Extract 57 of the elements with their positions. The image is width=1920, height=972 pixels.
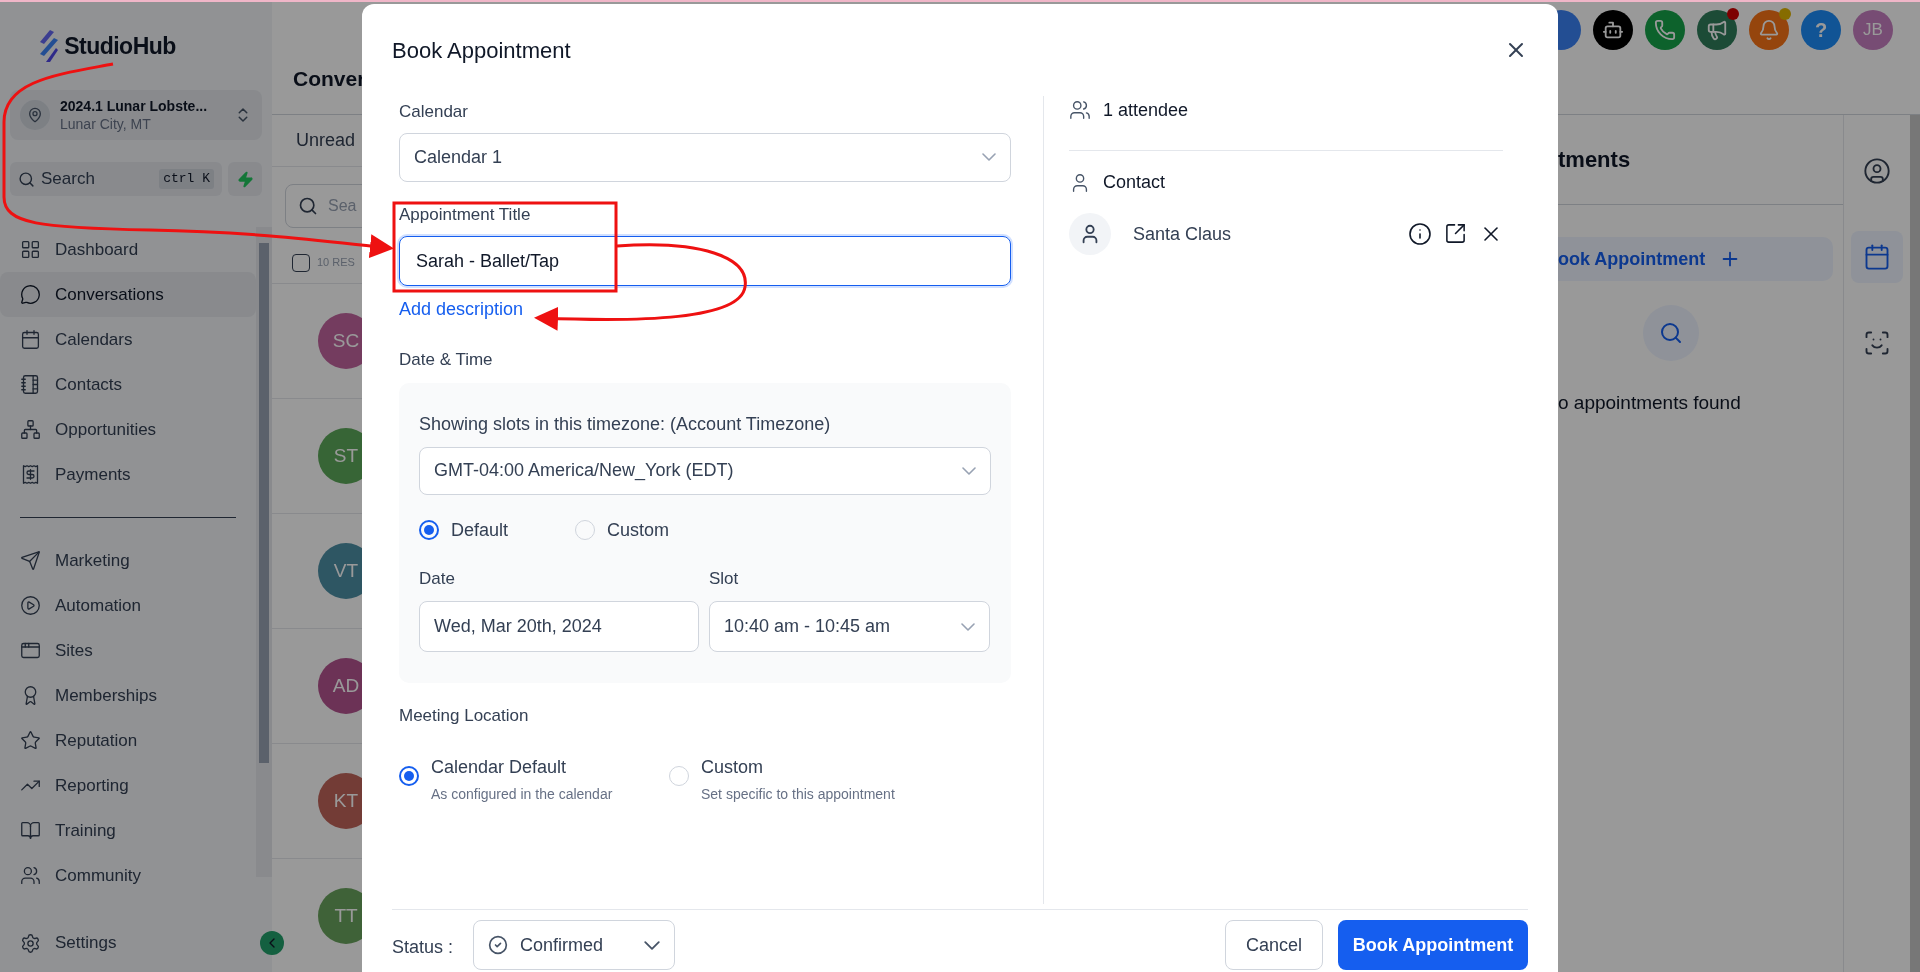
account-name: 2024.1 Lunar Lobste... (60, 97, 209, 115)
contact-heading: Contact (1103, 171, 1166, 194)
nav-item[interactable]: Dashboard (0, 227, 256, 272)
option-description: Set specific to this appointment (701, 785, 895, 804)
section-label: Date & Time (399, 349, 494, 371)
radio-label: Custom (607, 518, 669, 542)
results-count: 10 RES (317, 255, 355, 271)
cancel-button[interactable]: Cancel (1225, 920, 1323, 970)
nav-item[interactable]: Sites (0, 628, 256, 673)
radio-label: Custom (701, 756, 764, 779)
nav-item[interactable]: Community (0, 853, 256, 898)
logo-text: StudioHub (64, 31, 176, 61)
nav-item[interactable]: Reporting (0, 763, 256, 808)
date-input[interactable]: Wed, Mar 20th, 2024 (419, 601, 699, 652)
book-appointment-button[interactable]: ook Appointment (1558, 237, 1833, 281)
contact-name: Santa Claus (1133, 222, 1233, 246)
nav-item[interactable]: Conversations (0, 272, 256, 317)
empty-state-text: o appointments found (1558, 391, 1742, 415)
field-label: Date (419, 567, 456, 590)
timezone-label: Showing slots in this timezone: (Account Timezone) (419, 412, 832, 436)
nav-item[interactable]: Training (0, 808, 256, 853)
panel-title: tments (1558, 146, 1631, 174)
field-label: Slot (709, 567, 740, 590)
title-input[interactable]: Sarah - Ballet/Tap (399, 236, 1011, 286)
nav-item[interactable]: Contacts (0, 362, 256, 407)
help-button[interactable]: ? (1801, 10, 1841, 50)
nav-item[interactable]: Reputation (0, 718, 256, 763)
modal-title: Book Appointment (392, 36, 571, 65)
status-select[interactable]: Confirmed (473, 920, 676, 970)
status-label: Status : (392, 936, 454, 959)
filter-tab[interactable]: Unread (296, 127, 356, 154)
field-label: Appointment Title (399, 203, 532, 226)
section-label: Meeting Location (399, 704, 530, 727)
search-field[interactable]: Search ctrl K (10, 162, 222, 196)
nav-item[interactable]: Payments (0, 452, 256, 497)
nav-item[interactable]: Calendars (0, 317, 256, 362)
account-location: Lunar City, MT (60, 115, 152, 133)
search-placeholder: Sea (328, 196, 357, 216)
nav-item[interactable]: Marketing (0, 538, 256, 583)
search-placeholder: Search (41, 168, 96, 191)
timezone-select[interactable]: GMT-04:00 America/New_York (EDT) (419, 446, 991, 495)
slot-select[interactable]: 10:40 am - 10:45 am (709, 601, 990, 652)
add-description-link[interactable]: Add description (399, 296, 524, 323)
field-label: Calendar (399, 101, 469, 123)
book-appointment-button[interactable]: Book Appointment (1338, 920, 1528, 970)
calendar-select[interactable]: Calendar 1 (399, 132, 1011, 182)
nav-item[interactable]: Opportunities (0, 407, 256, 452)
nav-item[interactable]: Settings (55, 930, 117, 956)
radio-label: Calendar Default (431, 756, 568, 779)
page-title: Conver (293, 65, 366, 92)
nav-item[interactable]: Automation (0, 583, 256, 628)
nav-item[interactable]: Memberships (0, 673, 256, 718)
account-switcher[interactable]: 2024.1 Lunar Lobste... Lunar City, MT (10, 90, 262, 140)
shortcut-key: ctrl K (159, 169, 214, 189)
radio-label: Default (451, 518, 509, 542)
option-description: As configured in the calendar (431, 785, 613, 804)
attendee-count: 1 attendee (1103, 98, 1189, 122)
